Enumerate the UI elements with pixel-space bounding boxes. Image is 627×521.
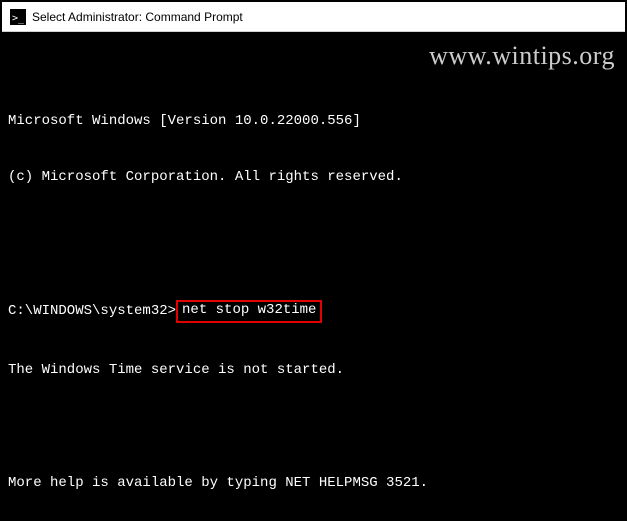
blank-line [8,225,619,244]
terminal-line: Microsoft Windows [Version 10.0.22000.55… [8,112,619,131]
terminal-line: (c) Microsoft Corporation. All rights re… [8,168,619,187]
cmd-icon: >_ [10,9,26,25]
prompt-line: C:\WINDOWS\system32> net stop w32time [8,300,619,323]
window-title: Select Administrator: Command Prompt [32,10,243,24]
blank-line [8,417,619,436]
terminal-line: The Windows Time service is not started. [8,361,619,380]
prompt: C:\WINDOWS\system32> [8,302,176,321]
watermark: www.wintips.org [429,38,615,73]
terminal[interactable]: www.wintips.org Microsoft Windows [Versi… [2,32,625,519]
terminal-line: More help is available by typing NET HEL… [8,474,619,493]
svg-text:>_: >_ [12,13,25,24]
command-highlight: net stop w32time [176,300,322,323]
title-bar[interactable]: >_ Select Administrator: Command Prompt [2,2,625,32]
